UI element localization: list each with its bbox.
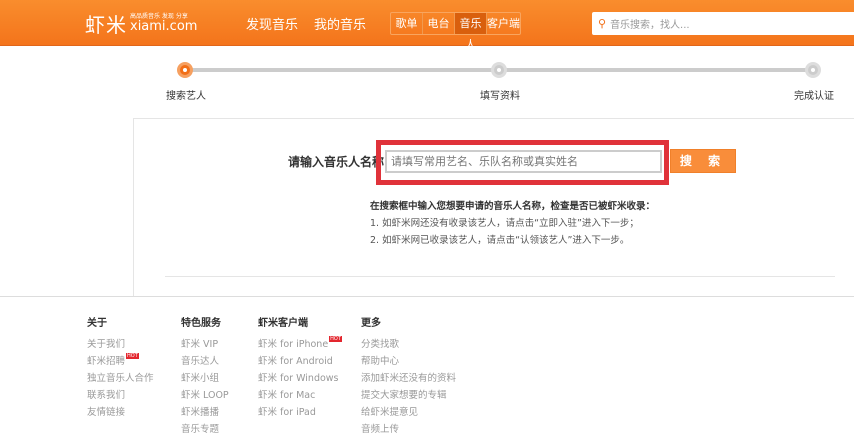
xiami-logo[interactable]: 虾米 高品质音乐 发现 分享 xiami.com <box>85 9 197 38</box>
footer-link-label: 虾米 VIP <box>181 339 219 350</box>
hot-badge: HOT <box>329 336 342 342</box>
footer-column-title: 关于 <box>87 318 107 329</box>
logo-domain: xiami.com <box>130 19 198 34</box>
footer-link-label: 分类找歌 <box>361 339 400 350</box>
footer-column-more: 更多分类找歌帮助中心添加虾米还没有的资料 提交大家想要的专辑 给虾米提意见 音频上传 <box>361 314 456 438</box>
footer-link[interactable]: 分类找歌 <box>361 336 456 353</box>
step-dot-3 <box>805 62 821 78</box>
instruction-1: 1. 如虾米网还没有收录该艺人，请点击“立即入驻”进入下一步； <box>370 218 639 229</box>
footer-link[interactable]: 虾米 for Android <box>258 353 342 370</box>
musician-name-input[interactable] <box>385 150 662 173</box>
tab-radio[interactable]: 电台 <box>423 13 455 34</box>
footer-link[interactable]: 音乐专题 <box>181 421 229 438</box>
footer-link[interactable]: 虾米 LOOP <box>181 387 229 404</box>
footer-link[interactable]: 关于我们 <box>87 336 154 353</box>
footer-column-title: 特色服务 <box>181 318 221 329</box>
footer-column-client: 虾米客户端虾米 for iPhone HOT 虾米 for Android 虾米 fo… <box>258 314 342 421</box>
logo-text: 虾米 <box>85 13 127 37</box>
footer-link-label: 虾米 for Windows <box>258 373 339 384</box>
footer-link-label: 添加虾米还没有的资料 <box>361 373 457 384</box>
step-label-fill: 填写资料 <box>480 91 520 102</box>
footer-link-label: 虾米 for iPhone <box>258 339 329 350</box>
search-placeholder: 音乐搜索，找人... <box>610 20 690 31</box>
footer-link-label: 音乐专题 <box>181 424 220 435</box>
footer-link-label: 虾米招聘 <box>87 356 126 367</box>
instruction-2: 2. 如虾米网已收录该艺人，请点击“认领该艺人”进入下一步。 <box>370 235 630 246</box>
top-header: 虾米 高品质音乐 发现 分享 xiami.com 发现音乐 我的音乐 歌单 电台 … <box>0 0 854 51</box>
footer-link-label: 友情链接 <box>87 407 126 418</box>
footer-link-label: 虾米 LOOP <box>181 390 229 401</box>
footer-link-label: 虾米 for iPad <box>258 407 316 418</box>
footer-link[interactable]: 虾米 for Mac <box>258 387 342 404</box>
search-button[interactable]: 搜 索 <box>670 149 736 173</box>
footer-link[interactable]: 音频上传 <box>361 421 456 438</box>
footer-link[interactable]: 帮助中心 <box>361 353 456 370</box>
footer-link[interactable]: 虾米 VIP <box>181 336 229 353</box>
step-label-complete: 完成认证 <box>794 91 834 102</box>
footer-column-services: 特色服务虾米 VIP 音乐达人虾米小组虾米 LOOP 虾米播播音乐专题 <box>181 314 229 438</box>
footer-link-label: 独立音乐人合作 <box>87 373 154 384</box>
footer-link[interactable]: 虾米 for iPhone HOT <box>258 336 342 353</box>
step-dot-1 <box>177 62 193 78</box>
footer-link[interactable]: 虾米播播 <box>181 404 229 421</box>
footer-link-label: 关于我们 <box>87 339 126 350</box>
footer-column-title: 虾米客户端 <box>258 318 308 329</box>
footer-link-label: 音频上传 <box>361 424 400 435</box>
footer-link-label: 虾米小组 <box>181 373 220 384</box>
footer-column-about: 关于关于我们虾米招聘 HOT 独立音乐人合作 联系我们友情链接 <box>87 314 154 421</box>
step-label-search: 搜索艺人 <box>166 91 206 102</box>
footer-link[interactable]: 友情链接 <box>87 404 154 421</box>
instructions-title: 在搜索框中输入您想要申请的音乐人名称，检查是否已被虾米收录： <box>370 201 656 212</box>
musician-name-label: 请输入音乐人名称 <box>288 155 385 169</box>
footer-link-label: 虾米 for Mac <box>258 390 316 401</box>
tab-musicians[interactable]: 音乐人 <box>455 13 487 51</box>
footer-link-label: 提交大家想要的专辑 <box>361 390 447 401</box>
footer-link[interactable]: 虾米 for Windows <box>258 370 342 387</box>
footer-link[interactable]: 给虾米提意见 <box>361 404 456 421</box>
search-icon: ⚲ <box>598 17 607 30</box>
footer-link-label: 联系我们 <box>87 390 126 401</box>
footer-link-label: 虾米播播 <box>181 407 220 418</box>
footer-link-label: 帮助中心 <box>361 356 400 367</box>
footer-link[interactable]: 音乐达人 <box>181 353 229 370</box>
header-tabs: 歌单 电台 音乐人 客户端 <box>390 12 521 51</box>
footer-link[interactable]: 添加虾米还没有的资料 <box>361 370 456 387</box>
footer-link[interactable]: 提交大家想要的专辑 <box>361 387 456 404</box>
tab-client[interactable]: 客户端 <box>487 13 520 34</box>
nav-discover[interactable]: 发现音乐 <box>246 14 298 33</box>
hot-badge: HOT <box>126 353 139 359</box>
footer-link-label: 音乐达人 <box>181 356 220 367</box>
tab-playlists[interactable]: 歌单 <box>391 13 423 34</box>
divider <box>165 276 835 277</box>
nav-my-music[interactable]: 我的音乐 <box>314 14 366 33</box>
step-dot-2 <box>491 62 507 78</box>
header-search-input[interactable]: ⚲ 音乐搜索，找人... <box>592 12 854 35</box>
footer-link[interactable]: 独立音乐人合作 <box>87 370 154 387</box>
footer-link[interactable]: 虾米招聘 HOT <box>87 353 154 370</box>
footer-link-label: 给虾米提意见 <box>361 407 419 418</box>
footer-column-title: 更多 <box>361 318 381 329</box>
footer-link[interactable]: 联系我们 <box>87 387 154 404</box>
footer-link-label: 虾米 for Android <box>258 356 333 367</box>
footer-link[interactable]: 虾米 for iPad <box>258 404 342 421</box>
footer-link[interactable]: 虾米小组 <box>181 370 229 387</box>
